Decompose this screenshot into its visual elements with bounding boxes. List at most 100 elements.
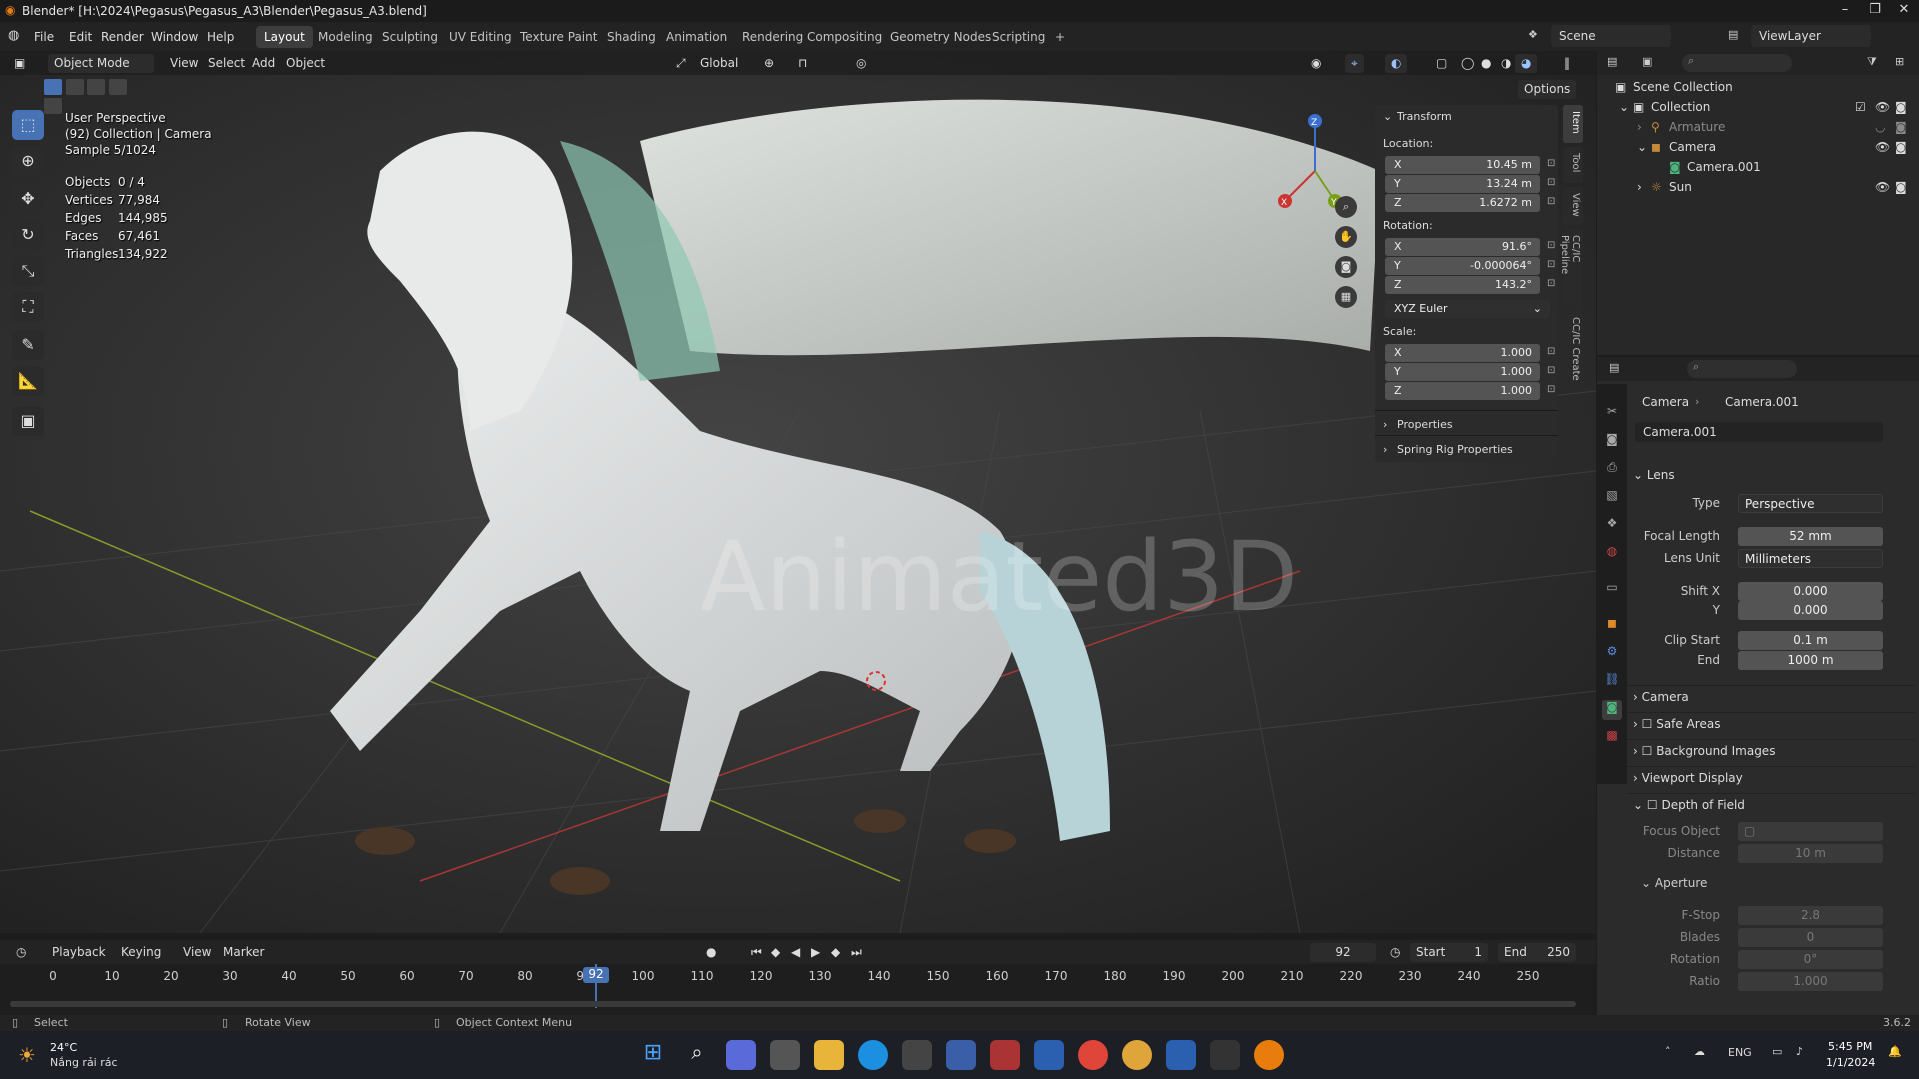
menu-select[interactable]: Select [202, 54, 251, 73]
eye-icon[interactable]: 👁 [1875, 100, 1890, 114]
outliner-item-collection[interactable]: ⌄ ▣ Collection ☑ 👁 ◙ [1597, 98, 1919, 118]
tab-geometry-nodes[interactable]: Geometry Nodes [882, 26, 999, 48]
pivot-icon[interactable]: ⊕ [758, 54, 780, 73]
menu-window[interactable]: Window [151, 30, 198, 44]
camera-render-icon[interactable]: ◙ [1895, 100, 1907, 114]
camera-render-icon[interactable]: ◙ [1895, 140, 1907, 154]
outliner-scene-collection[interactable]: ▣ Scene Collection [1597, 78, 1919, 98]
tab-cc-pipeline[interactable]: CC/IC Pipeline [1559, 229, 1583, 307]
network-icon[interactable]: ▭ [1772, 1045, 1782, 1058]
tab-compositing[interactable]: Compositing [799, 26, 890, 48]
menu-marker[interactable]: Marker [217, 943, 270, 962]
clock-icon[interactable]: ◷ [1384, 943, 1406, 962]
camera-section[interactable]: › Camera [1627, 685, 1915, 709]
select-mode-buttons[interactable] [44, 79, 144, 114]
end-frame-field[interactable]: End 250 [1498, 943, 1576, 962]
rotation-z-field[interactable]: Z 143.2° [1385, 276, 1540, 294]
focus-object-field[interactable]: ▢ [1738, 822, 1883, 841]
start-frame-field[interactable]: Start 1 [1410, 943, 1488, 962]
lock-icon[interactable]: ⊡ [1547, 158, 1555, 169]
rotation-mode-dropdown[interactable]: XYZ Euler ⌄ [1385, 300, 1550, 318]
file-explorer-icon[interactable] [814, 1040, 844, 1070]
checkbox-icon[interactable]: ☑ [1855, 100, 1866, 114]
next-keyframe-icon[interactable]: ◆ [825, 943, 846, 962]
chevron-right-icon[interactable]: › [1383, 443, 1387, 456]
mode-dropdown[interactable]: Object Mode [48, 54, 154, 73]
properties-section[interactable]: Properties [1397, 418, 1453, 431]
scale-tool-icon[interactable]: ⤡ [12, 256, 44, 286]
safe-areas-section[interactable]: › ☐ Safe Areas [1627, 712, 1915, 736]
transform-header[interactable]: Transform [1397, 110, 1452, 123]
jump-end-icon[interactable]: ⏭ [845, 943, 868, 962]
tab-item[interactable]: Item [1563, 105, 1583, 143]
eye-closed-icon[interactable]: ◡ [1875, 120, 1885, 134]
shift-y-field[interactable]: 0.000 [1738, 601, 1883, 620]
xray-icon[interactable]: ▢ [1430, 54, 1453, 73]
world-tab-icon[interactable]: ◍ [1602, 544, 1622, 564]
3d-viewport[interactable]: Animated3D User Perspective (92) Collect… [0, 51, 1596, 933]
editor-type-icon[interactable]: ◷ [10, 943, 32, 962]
minimize-button[interactable]: – [1830, 2, 1860, 20]
view-layer-tab-icon[interactable]: ▧ [1602, 488, 1622, 508]
camera-data-tab-icon[interactable]: ◙ [1602, 700, 1622, 720]
tab-cc-create[interactable]: CC/IC Create [1563, 311, 1583, 389]
distance-field[interactable]: 10 m [1738, 844, 1883, 863]
camera-datablock-field[interactable]: Camera.001 [1635, 422, 1883, 442]
tab-tool[interactable]: Tool [1563, 147, 1583, 183]
outliner-item-camera[interactable]: ⌄ ◼ Camera 👁 ◙ [1597, 138, 1919, 158]
display-mode-icon[interactable]: ▣ [1642, 55, 1652, 68]
blender-menu-icon[interactable]: ◍ [8, 28, 19, 43]
aperture-rotation-field[interactable]: 0° [1738, 950, 1883, 969]
outliner-item-camera-data[interactable]: ◙ Camera.001 [1597, 158, 1919, 178]
scale-z-field[interactable]: Z 1.000 [1385, 382, 1540, 400]
render-tab-icon[interactable]: ◙ [1602, 432, 1622, 452]
scene-selector[interactable]: Scene [1551, 25, 1671, 47]
sidebar-toggle-icon[interactable]: ‖ [1558, 54, 1576, 73]
menu-timeline-view[interactable]: View [177, 943, 217, 962]
snap-icon[interactable]: ⊓ [792, 54, 813, 73]
location-y-field[interactable]: Y 13.24 m [1385, 175, 1540, 193]
orientation-icon[interactable]: ⤢ [670, 54, 692, 73]
tab-uv-editing[interactable]: UV Editing [441, 26, 520, 48]
chrome-icon[interactable] [1078, 1040, 1108, 1070]
constraint-tab-icon[interactable]: ⛓ [1602, 672, 1622, 692]
clip-end-field[interactable]: 1000 m [1738, 651, 1883, 670]
select-box-tool-icon[interactable]: ⬚ [12, 110, 44, 140]
texture-tab-icon[interactable]: ▩ [1602, 728, 1622, 748]
close-button[interactable]: ✕ [1889, 2, 1919, 20]
lock-icon[interactable]: ⊡ [1547, 259, 1555, 270]
menu-keying[interactable]: Keying [115, 943, 167, 962]
proportional-icon[interactable]: ◎ [850, 54, 872, 73]
lens-section[interactable]: ⌄ Lens [1627, 468, 1915, 492]
tab-texture-paint[interactable]: Texture Paint [512, 26, 605, 48]
ratio-field[interactable]: 1.000 [1738, 972, 1883, 991]
scene-tab-icon[interactable]: ❖ [1602, 516, 1622, 536]
cursor-tool-icon[interactable]: ⊕ [12, 146, 44, 176]
edge-icon[interactable] [858, 1040, 888, 1070]
collection-tab-icon[interactable]: ▭ [1602, 580, 1622, 600]
snipping-tool-icon[interactable] [902, 1040, 932, 1070]
visibility-icon[interactable]: ◉ [1305, 54, 1327, 73]
chevron-up-icon[interactable]: ˄ [1665, 1045, 1671, 1058]
spring-rig-section[interactable]: Spring Rig Properties [1397, 443, 1513, 456]
gizmo-toggle-icon[interactable]: ⌖ [1345, 54, 1364, 73]
chevron-right-icon[interactable]: › [1383, 418, 1387, 431]
scale-y-field[interactable]: Y 1.000 [1385, 363, 1540, 381]
new-collection-icon[interactable]: ⊞ [1895, 55, 1904, 68]
timeline-scrollbar[interactable] [10, 1001, 1576, 1007]
camera-view-icon[interactable]: ◙ [1335, 256, 1357, 278]
lock-icon[interactable]: ⊡ [1547, 346, 1555, 357]
play-icon[interactable]: ▶ [805, 943, 826, 962]
pan-hand-icon[interactable]: ✋ [1335, 226, 1357, 248]
focal-length-field[interactable]: 52 mm [1738, 527, 1883, 546]
menu-view[interactable]: View [164, 54, 204, 73]
transform-tool-icon[interactable]: ⛶ [12, 292, 44, 322]
tab-shading[interactable]: Shading [599, 26, 664, 48]
tab-animation[interactable]: Animation [658, 26, 735, 48]
clip-start-field[interactable]: 0.1 m [1738, 631, 1883, 650]
search-icon[interactable]: ⌕ [682, 1040, 712, 1070]
outliner-item-armature[interactable]: › ⚲ Armature ◡ ◙ [1597, 118, 1919, 138]
add-workspace-button[interactable]: + [1047, 26, 1073, 48]
lock-icon[interactable]: ⊡ [1547, 177, 1555, 188]
object-tab-icon[interactable]: ◼ [1602, 616, 1622, 636]
